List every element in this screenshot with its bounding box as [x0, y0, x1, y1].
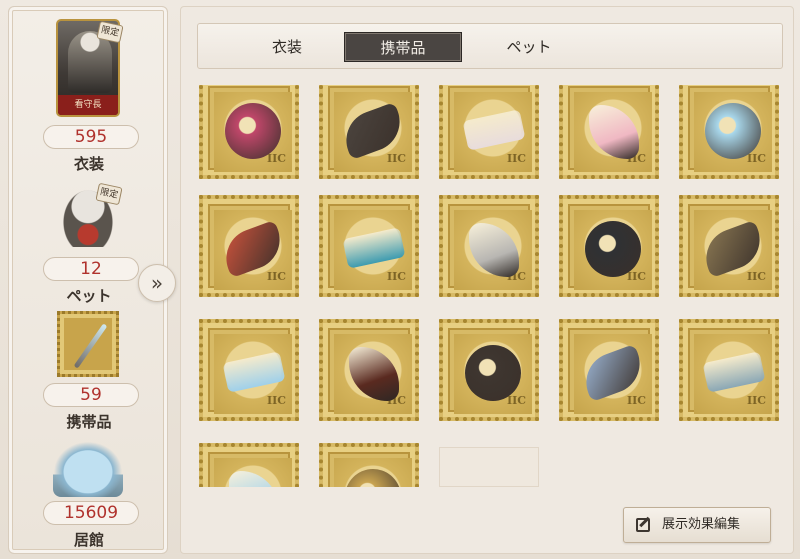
stamp-code: IIC	[746, 270, 766, 283]
stamp-code: IIC	[626, 270, 646, 283]
stamp-frame: IIC	[319, 319, 419, 421]
stamp-frame: IIC	[319, 195, 419, 297]
stamp-frame: IIC	[199, 319, 299, 421]
gilded-vase-icon	[465, 345, 521, 401]
empty-slot[interactable]	[439, 447, 539, 487]
stamp-frame: IIC	[679, 85, 779, 179]
tab-pet[interactable]: ペット	[470, 32, 588, 62]
category-tabbar: 衣装 携帯品 ペット	[197, 23, 783, 69]
stamp-code: IIC	[746, 394, 766, 407]
accessory-slot[interactable]: IIC	[439, 85, 539, 179]
accessory-count: 59	[43, 383, 139, 407]
stamp-code: IIC	[386, 270, 406, 283]
accessory-slot[interactable]: IIC	[199, 195, 299, 297]
costume-count: 595	[43, 125, 139, 149]
stamp-code: IIC	[266, 152, 286, 165]
accessory-slot[interactable]: IIC	[199, 319, 299, 421]
accessory-label: 携帯品	[66, 413, 112, 431]
stamp-frame: IIC	[319, 443, 419, 487]
showcase-panel: 衣装 携帯品 ペット IIC IIC IIC IIC IIC IIC IIC IIC IIC II…	[180, 6, 794, 554]
accessory-slot[interactable]: IIC	[319, 85, 419, 179]
accessory-slot[interactable]: IIC	[559, 319, 659, 421]
pet-count: 12	[43, 257, 139, 281]
stamp-frame: IIC	[439, 85, 539, 179]
sidebar-toggle-button[interactable]: »	[138, 264, 176, 302]
stamp-code: IIC	[746, 152, 766, 165]
stamp-frame: IIC	[319, 85, 419, 179]
stamp-frame: IIC	[679, 195, 779, 297]
costume-card-name: 看守長	[58, 95, 118, 115]
stamp-frame: IIC	[439, 195, 539, 297]
stamp-frame: IIC	[679, 319, 779, 421]
edit-icon	[636, 518, 650, 532]
accessory-thumbnail[interactable]	[57, 311, 119, 377]
accessory-slot[interactable]: IIC	[319, 319, 419, 421]
stamp-frame: IIC	[559, 85, 659, 179]
pet-thumbnail[interactable]: 限定	[59, 182, 123, 247]
tab-costume[interactable]: 衣装	[228, 32, 346, 62]
edit-display-effect-label: 展示効果編集	[662, 517, 741, 532]
accessory-slot[interactable]: IIC	[679, 319, 779, 421]
crystal-heart-icon	[705, 103, 761, 159]
accessory-slot[interactable]: IIC	[439, 195, 539, 297]
staff-icon	[73, 323, 108, 369]
double-chevron-right-icon: »	[150, 271, 164, 295]
stamp-code: IIC	[266, 270, 286, 283]
accessory-slot[interactable]: IIC	[679, 85, 779, 179]
stamp-frame: IIC	[199, 195, 299, 297]
lodge-count: 15609	[43, 501, 139, 525]
stamp-code: IIC	[506, 152, 526, 165]
accessory-slot[interactable]: IIC	[199, 85, 299, 179]
accessory-slot[interactable]: IIC	[199, 443, 299, 487]
accessory-slot[interactable]: IIC	[559, 195, 659, 297]
stamp-frame: IIC	[559, 319, 659, 421]
costume-card[interactable]: 看守長 限定	[56, 19, 124, 117]
stamp-frame: IIC	[199, 443, 299, 487]
accessory-slot[interactable]: IIC	[319, 443, 419, 487]
stamp-frame: IIC	[559, 195, 659, 297]
lodge-thumbnail[interactable]	[53, 441, 123, 497]
accessory-slot[interactable]: IIC	[319, 195, 419, 297]
costume-label: 衣装	[73, 155, 104, 173]
dark-cannon-icon	[585, 221, 641, 277]
crystal-lodge-icon	[53, 441, 123, 497]
stamp-frame: IIC	[199, 85, 299, 179]
lantern-orb-icon	[225, 103, 281, 159]
accessory-slot[interactable]: IIC	[679, 195, 779, 297]
accessory-slot[interactable]: IIC	[439, 319, 539, 421]
edit-display-effect-button[interactable]: 展示効果編集	[623, 507, 771, 543]
lodge-label: 居館	[73, 531, 104, 549]
stamp-code: IIC	[626, 394, 646, 407]
stamp-code: IIC	[506, 394, 526, 407]
stamp-frame: IIC	[439, 319, 539, 421]
stamp-code: IIC	[266, 394, 286, 407]
accessory-grid: IIC IIC IIC IIC IIC IIC IIC IIC IIC IIC IIC IIC IIC I…	[195, 85, 785, 487]
tab-accessory[interactable]: 携帯品	[344, 32, 462, 62]
stamp-code: IIC	[386, 152, 406, 165]
accessory-slot[interactable]: IIC	[559, 85, 659, 179]
